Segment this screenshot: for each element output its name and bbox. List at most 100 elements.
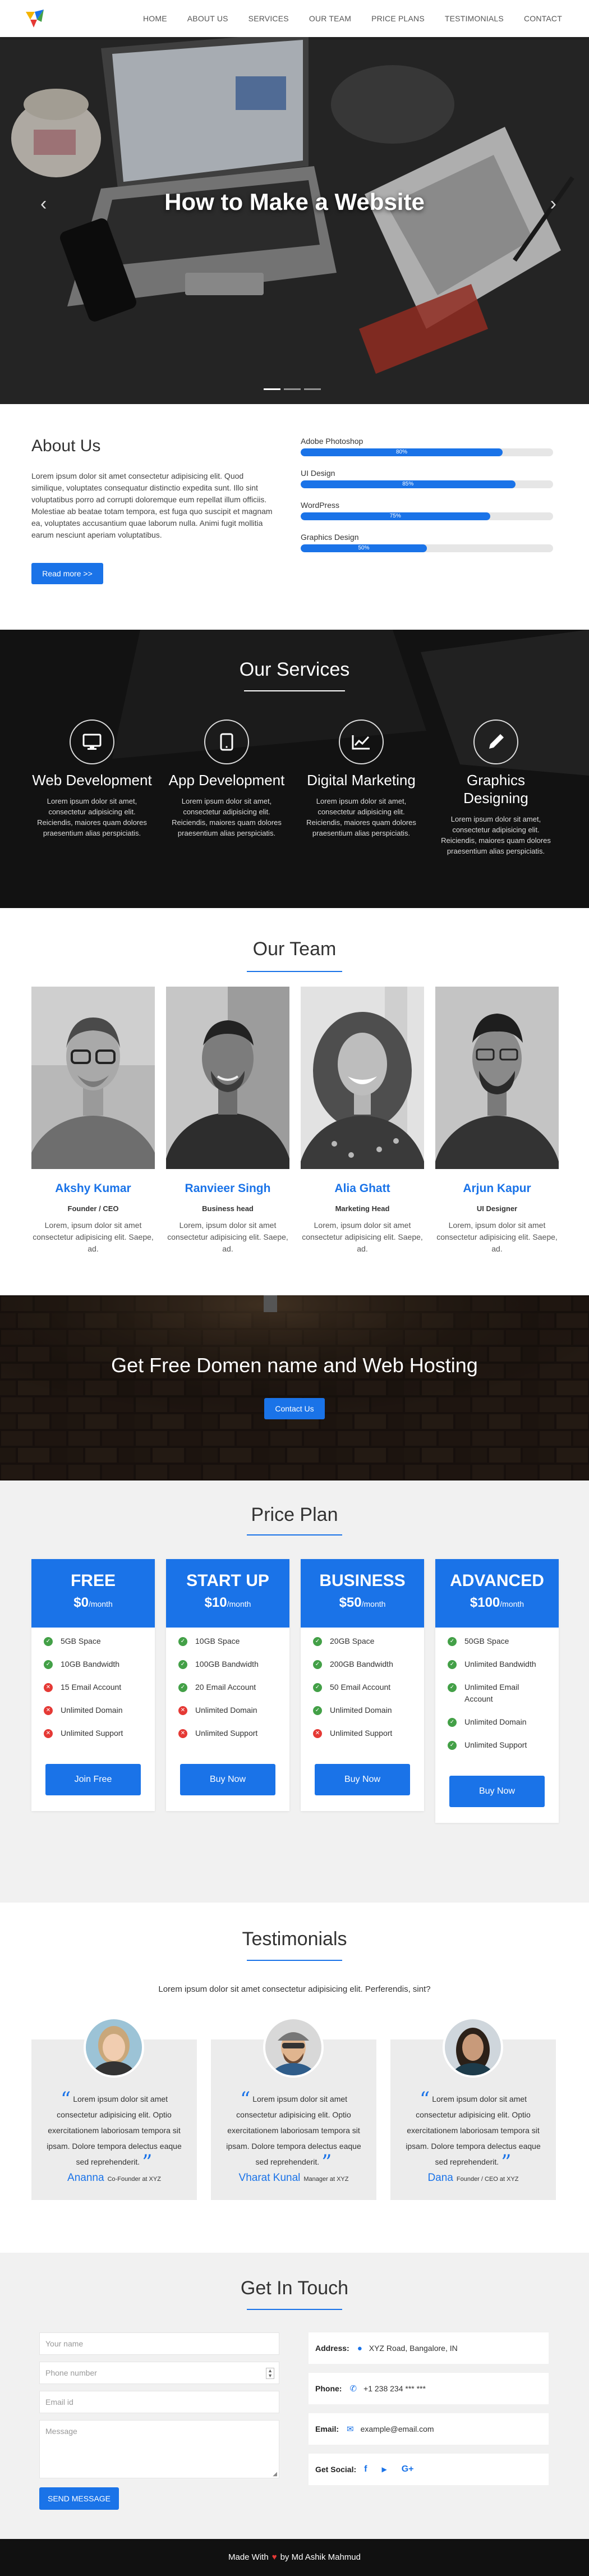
- buy-now-button[interactable]: Buy Now: [449, 1776, 545, 1807]
- team-member-text: Lorem, ipsum dolor sit amet consectetur …: [33, 1221, 154, 1253]
- services-title: Our Services: [239, 659, 350, 680]
- page: HOME ABOUT US SERVICES OUR TEAM PRICE PL…: [0, 0, 589, 2576]
- carousel-indicator[interactable]: [284, 388, 301, 390]
- hosting-cta-section: Get Free Domen name and Web Hosting Cont…: [0, 1295, 589, 1480]
- quote-close-icon: ”: [501, 2151, 512, 2174]
- resize-handle-icon[interactable]: ◢: [273, 2471, 277, 2477]
- youtube-icon[interactable]: ▶: [381, 2465, 386, 2473]
- number-spinner-icon[interactable]: ▲ ▼: [266, 2368, 274, 2379]
- email-input[interactable]: Email id: [39, 2391, 279, 2413]
- plan-feature-label: 10GB Space: [195, 1637, 240, 1645]
- nav-team[interactable]: OUR TEAM: [299, 14, 361, 23]
- monitor-icon: [70, 719, 114, 764]
- skill-name: UI Design: [301, 469, 335, 478]
- navbar: HOME ABOUT US SERVICES OUR TEAM PRICE PL…: [0, 0, 589, 37]
- plan-feature: ✓ 5GB Space: [44, 1635, 145, 1647]
- skill-progress-bar: 50%: [301, 544, 553, 552]
- plan-name: ADVANCED: [450, 1571, 544, 1590]
- title-underline: [247, 2309, 342, 2310]
- email-value[interactable]: example@email.com: [361, 2424, 434, 2433]
- plan-name: BUSINESS: [319, 1571, 406, 1590]
- plan-features: ✓ 5GB Space ✓ 10GB Bandwidth ✕ 15 Email Accou…: [31, 1628, 155, 1754]
- carousel-next-button[interactable]: ›: [550, 193, 556, 215]
- check-icon: ✓: [178, 1683, 187, 1692]
- testimonial-author: Ananna Co-Founder at XYZ: [67, 2172, 161, 2184]
- team-member-photo: [163, 987, 292, 1242]
- plan-feature-label: 50GB Space: [464, 1637, 509, 1645]
- check-icon: ✓: [448, 1741, 457, 1750]
- plan-feature: ✓ 100GB Bandwidth: [178, 1658, 279, 1670]
- phone-input[interactable]: Phone number ▲ ▼: [39, 2362, 279, 2384]
- envelope-icon: ✉: [347, 2424, 354, 2434]
- team-member-role: Business head: [202, 1204, 254, 1213]
- buy-now-button[interactable]: Buy Now: [180, 1764, 275, 1795]
- pricing-card: START UP $10/month ✓ 10GB Space ✓ 100GB Ban…: [166, 1559, 289, 1811]
- send-message-button[interactable]: SEND MESSAGE: [39, 2487, 119, 2510]
- contact-us-button[interactable]: Contact Us: [264, 1398, 325, 1419]
- read-more-button[interactable]: Read more >>: [31, 563, 103, 584]
- skill-progress-bar: 85%: [301, 480, 553, 488]
- team-member-card: Ranvieer Singh Business head Lorem, ipsu…: [163, 987, 292, 1255]
- plan-feature: ✓ 20GB Space: [313, 1635, 414, 1647]
- buy-now-button[interactable]: Buy Now: [315, 1764, 410, 1795]
- plan-feature: ✓ 10GB Space: [178, 1635, 279, 1647]
- plan-feature-label: Unlimited Domain: [195, 1706, 257, 1715]
- title-underline: [244, 690, 345, 691]
- carousel-indicator[interactable]: [304, 388, 321, 390]
- plan-feature-label: Unlimited Domain: [61, 1706, 123, 1715]
- plan-feature: ✕ Unlimited Domain: [178, 1704, 279, 1716]
- team-member-role: Marketing Head: [335, 1204, 390, 1213]
- message-textarea[interactable]: Message ◢: [39, 2420, 279, 2478]
- plan-feature: ✓ Unlimited Domain: [448, 1716, 549, 1728]
- check-icon: ✓: [44, 1660, 53, 1669]
- nav-price-plans[interactable]: PRICE PLANS: [361, 14, 435, 23]
- plan-feature-label: Unlimited Email Account: [464, 1683, 519, 1703]
- heart-icon: ♥: [272, 2552, 277, 2562]
- plan-feature-label: 100GB Bandwidth: [195, 1660, 259, 1669]
- plan-feature: ✓ Unlimited Email Account: [448, 1681, 549, 1705]
- skill-name: Graphics Design: [301, 533, 359, 542]
- name-input[interactable]: Your name: [39, 2332, 279, 2355]
- skill-progress-fill: 85%: [301, 480, 516, 488]
- nav-about[interactable]: ABOUT US: [177, 14, 238, 23]
- contact-title: Get In Touch: [240, 2277, 349, 2299]
- team-member-text: Lorem, ipsum dolor sit amet consectetur …: [436, 1221, 558, 1253]
- testimonial-avatar: [263, 2017, 324, 2078]
- plan-feature-label: Unlimited Domain: [464, 1717, 527, 1726]
- check-icon: ✓: [448, 1683, 457, 1692]
- nav-testimonials[interactable]: TESTIMONIALS: [435, 14, 514, 23]
- quote-open-icon: “: [60, 2088, 71, 2111]
- service-card: Graphics Designing Lorem ipsum dolor sit…: [434, 719, 558, 856]
- plan-name: FREE: [70, 1571, 116, 1590]
- join-free-button[interactable]: Join Free: [45, 1764, 141, 1795]
- plan-feature-label: 50 Email Account: [330, 1683, 391, 1692]
- about-title: About Us: [31, 437, 101, 455]
- plan-feature-label: 10GB Bandwidth: [61, 1660, 120, 1669]
- plan-price: $0/month: [73, 1595, 113, 1610]
- logo-icon[interactable]: [22, 7, 47, 30]
- phone-value: +1 238 234 *** ***: [363, 2384, 426, 2393]
- nav-services[interactable]: SERVICES: [238, 14, 299, 23]
- testimonials-title: Testimonials: [242, 1928, 347, 1950]
- plan-feature-label: Unlimited Bandwidth: [464, 1660, 536, 1669]
- plan-feature-label: Unlimited Support: [61, 1729, 123, 1738]
- plan-feature: ✓ 50 Email Account: [313, 1681, 414, 1693]
- carousel-prev-button[interactable]: ‹: [40, 193, 47, 215]
- team-member-name: Arjun Kapur: [463, 1182, 531, 1195]
- carousel-indicator[interactable]: [264, 388, 280, 390]
- plan-feature: ✓ Unlimited Support: [448, 1739, 549, 1751]
- plan-feature-label: 15 Email Account: [61, 1683, 122, 1692]
- plan-price: $10/month: [204, 1595, 251, 1610]
- team-member-card: Arjun Kapur UI Designer Lorem, ipsum dol…: [432, 987, 562, 1255]
- team-title: Our Team: [252, 938, 337, 960]
- nav-contact[interactable]: CONTACT: [514, 14, 572, 23]
- address-value: XYZ Road, Bangalore, IN: [369, 2344, 458, 2353]
- nav-menu: HOME ABOUT US SERVICES OUR TEAM PRICE PL…: [133, 0, 572, 37]
- services-section: Our Services Web Development Lorem ipsum…: [0, 630, 589, 908]
- nav-home[interactable]: HOME: [133, 14, 177, 23]
- cross-icon: ✕: [178, 1729, 187, 1738]
- phone-icon: ✆: [349, 2384, 357, 2394]
- facebook-icon[interactable]: f: [364, 2464, 367, 2474]
- google-plus-icon[interactable]: G+: [402, 2464, 414, 2474]
- cross-icon: ✕: [44, 1683, 53, 1692]
